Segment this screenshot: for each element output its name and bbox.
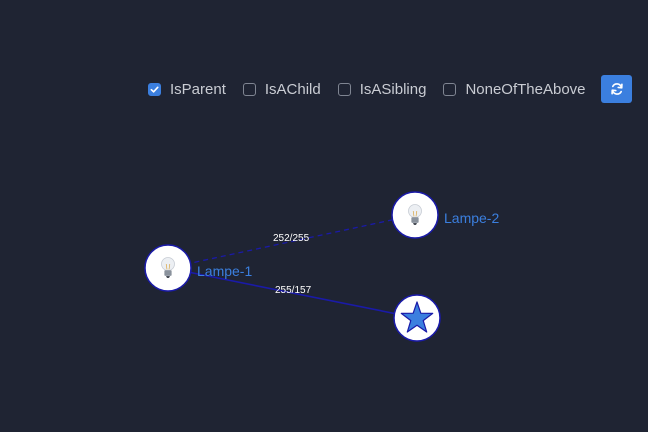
node-label-lampe-1: Lampe-1: [197, 263, 252, 279]
node-lampe-2[interactable]: [391, 191, 439, 239]
edge-label: 255/157: [275, 285, 312, 296]
node-label-lampe-2: Lampe-2: [444, 210, 499, 226]
network-graph[interactable]: 252/255 255/157 Lampe-1 Lampe-2: [0, 0, 648, 432]
graph-view: IsParent IsAChild IsASibling NoneOfTheAb…: [0, 0, 648, 432]
node-lampe-1[interactable]: [144, 244, 192, 292]
node-star[interactable]: [393, 294, 441, 342]
edge-label: 252/255: [273, 233, 310, 244]
